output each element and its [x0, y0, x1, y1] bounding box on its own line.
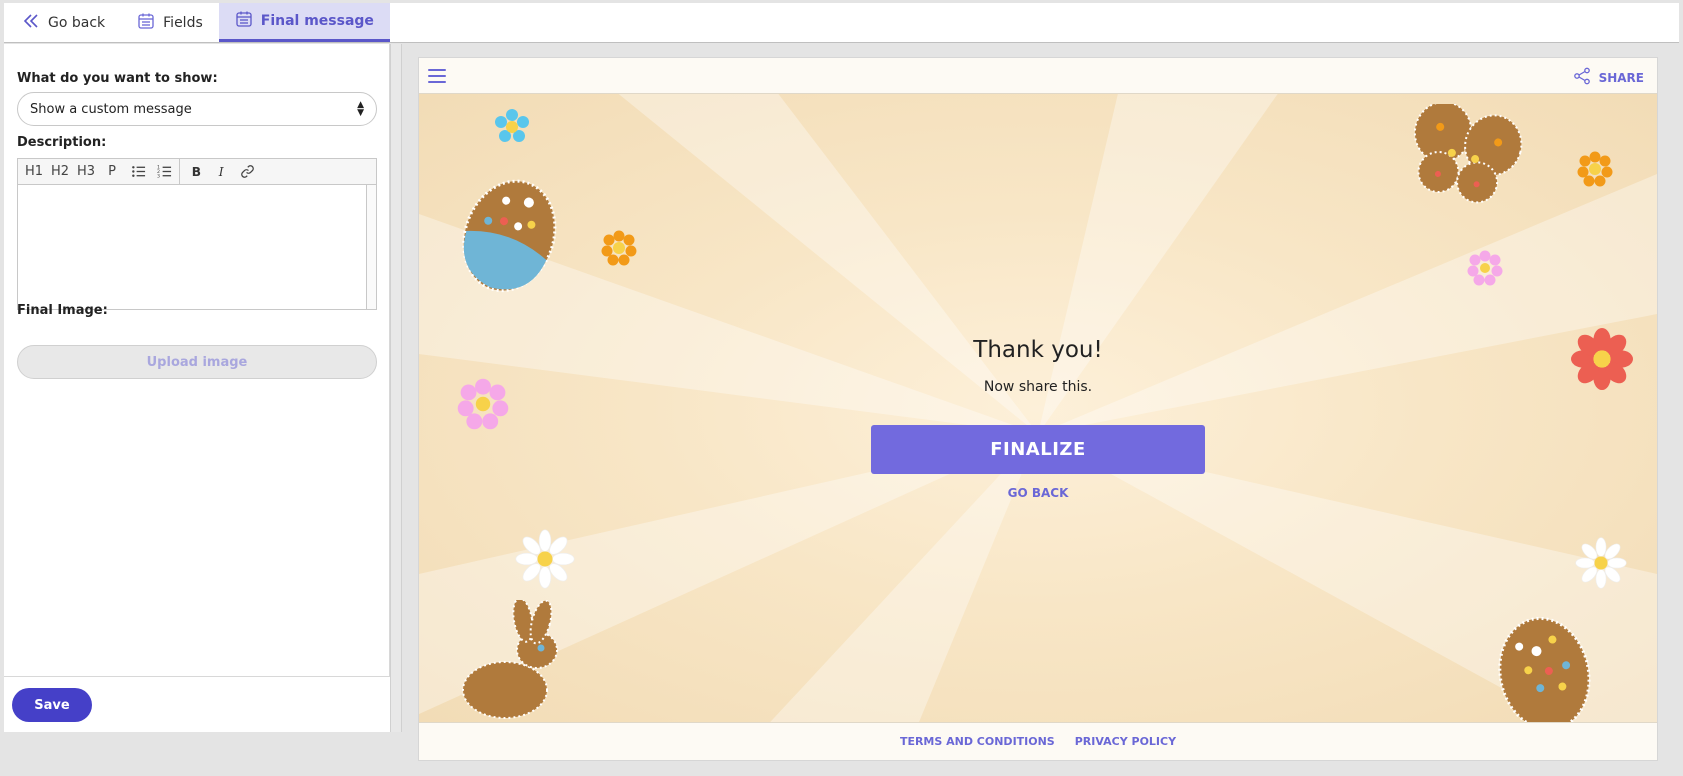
editor-toolbar: H1 H2 H3 P 123 B I — [18, 158, 376, 185]
go-back-link[interactable]: GO BACK — [419, 486, 1657, 500]
red-flower-icon — [1571, 328, 1633, 390]
save-button[interactable]: Save — [12, 688, 92, 722]
bullet-list-icon[interactable] — [126, 161, 150, 183]
h3-button[interactable]: H3 — [74, 161, 98, 183]
tab-final-message[interactable]: Final message — [218, 3, 390, 42]
bold-icon[interactable]: B — [183, 161, 207, 183]
tab-final-message-label: Final message — [260, 13, 374, 29]
select-caret-icon: ▲ ▼ — [357, 100, 364, 118]
panel-footer: Save — [4, 676, 390, 732]
svg-text:I: I — [217, 165, 223, 179]
white-flower-icon — [1575, 537, 1627, 589]
privacy-link[interactable]: PRIVACY POLICY — [1075, 735, 1176, 748]
egg-cookie-icon — [1498, 616, 1591, 724]
upload-image-button[interactable]: Upload image — [17, 345, 377, 379]
svg-text:B: B — [191, 165, 200, 179]
egg-cookie-icon — [462, 179, 557, 293]
h1-button[interactable]: H1 — [22, 161, 46, 183]
description-editor: H1 H2 H3 P 123 B I — [17, 158, 377, 310]
toolbar-separator — [179, 158, 180, 185]
preview-header: SHARE — [419, 58, 1657, 94]
hamburger-menu-icon[interactable] — [428, 67, 446, 85]
italic-icon[interactable]: I — [209, 161, 233, 183]
tab-bar: Go back Fields Final message — [4, 3, 1679, 43]
editor-scrollbar[interactable] — [366, 185, 376, 309]
preview-frame: SHARE Thank you! Now share this. FINALIZ… — [418, 57, 1658, 761]
show-label: What do you want to show: — [17, 71, 218, 86]
calendar-icon — [235, 10, 253, 32]
butterfly-cookie-icon — [1413, 104, 1523, 204]
link-icon[interactable] — [235, 161, 259, 183]
share-icon — [1573, 67, 1591, 88]
white-flower-icon — [515, 529, 575, 589]
show-select[interactable]: Show a custom message ▲ ▼ — [17, 92, 377, 126]
chevrons-left-icon — [22, 12, 40, 34]
pink-flower-icon — [457, 378, 509, 430]
preview-stage: Thank you! Now share this. FINALIZE GO B… — [419, 94, 1657, 724]
orange-flower-icon — [601, 230, 637, 266]
bunny-cookie-icon — [462, 600, 558, 719]
share-subtitle: Now share this. — [983, 379, 1093, 395]
share-label: SHARE — [1598, 70, 1644, 85]
tab-fields-label: Fields — [163, 14, 203, 31]
description-label: Description: — [17, 135, 107, 150]
settings-panel: What do you want to show: Show a custom … — [4, 44, 390, 732]
share-button[interactable]: SHARE — [1573, 67, 1644, 88]
final-image-label: Final Image: — [17, 303, 108, 318]
preview-footer: TERMS AND CONDITIONS PRIVACY POLICY — [419, 722, 1657, 760]
description-textarea[interactable] — [18, 185, 366, 309]
terms-link[interactable]: TERMS AND CONDITIONS — [900, 735, 1055, 748]
finalize-button[interactable]: FINALIZE — [871, 425, 1205, 474]
tab-go-back[interactable]: Go back — [4, 3, 121, 42]
show-select-value: Show a custom message — [30, 101, 192, 117]
svg-text:3: 3 — [157, 174, 160, 179]
pink-flower-icon — [1467, 250, 1503, 286]
paragraph-button[interactable]: P — [100, 161, 124, 183]
orange-flower-icon — [1577, 151, 1613, 187]
blue-flower-icon — [495, 109, 529, 142]
panel-divider[interactable] — [390, 44, 402, 732]
tab-go-back-label: Go back — [48, 14, 106, 31]
thank-you-heading: Thank you! — [973, 337, 1103, 363]
tab-fields[interactable]: Fields — [121, 3, 219, 42]
h2-button[interactable]: H2 — [48, 161, 72, 183]
numbered-list-icon[interactable]: 123 — [152, 161, 176, 183]
calendar-icon — [137, 12, 155, 34]
